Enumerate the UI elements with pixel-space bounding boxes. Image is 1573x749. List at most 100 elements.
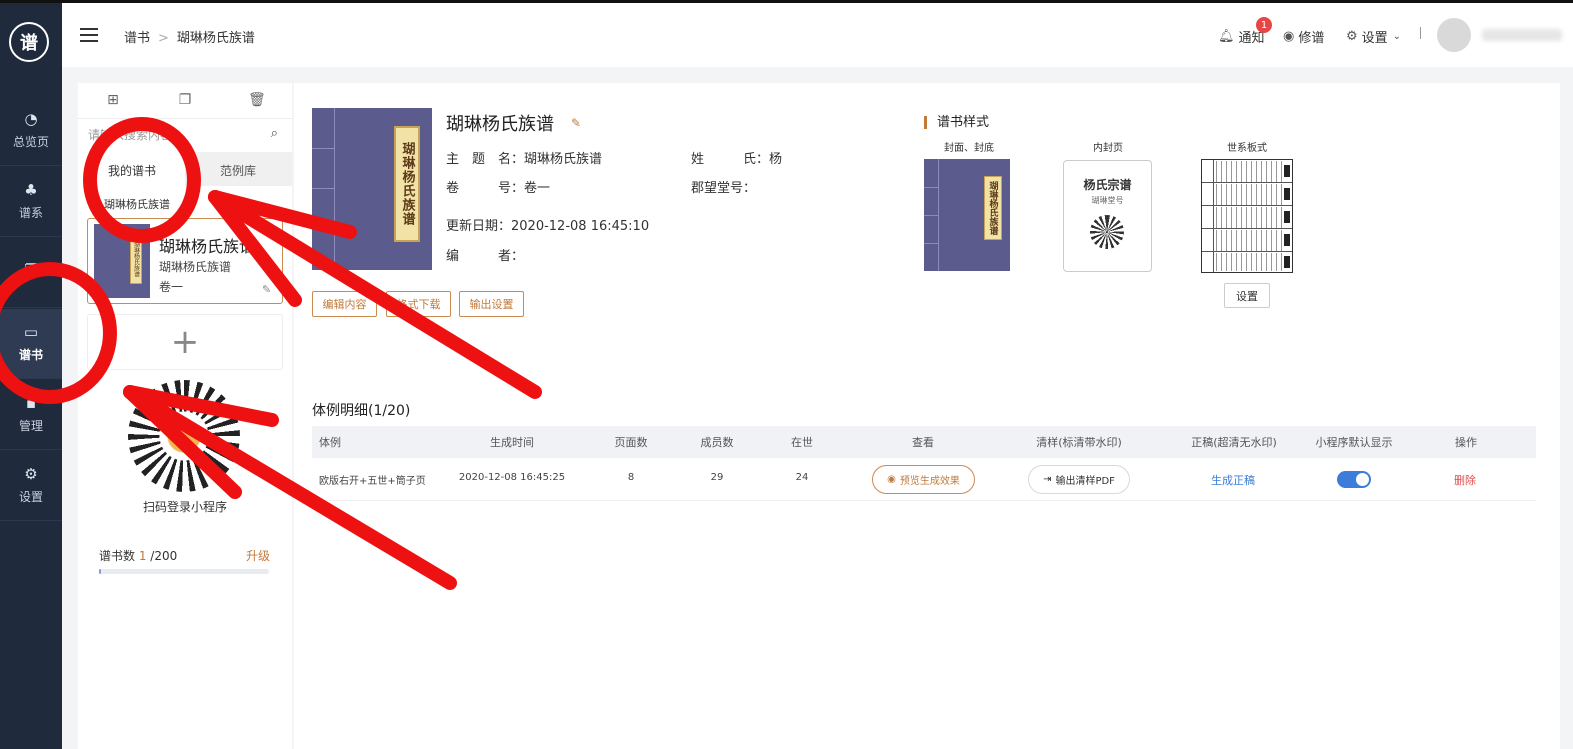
avatar[interactable] [1437, 18, 1471, 52]
style-section-title: 谱书样式 [937, 115, 990, 130]
style-cover-label: 瑚琳杨氏族谱 [984, 176, 1002, 240]
editor-field: 编 者： [446, 249, 525, 264]
chevron-down-icon: ⌄ [1392, 31, 1402, 42]
book-cover-label: 瑚琳杨氏族谱 [394, 126, 420, 242]
output-settings-button[interactable]: 输出设置 [459, 291, 524, 317]
row-divider [312, 500, 1536, 501]
col-actions: 操作 [1455, 436, 1477, 449]
copy-icon: ❐ [24, 260, 38, 279]
col-time: 生成时间 [490, 436, 534, 449]
export-icon: ⇥ [1043, 474, 1052, 485]
style-inner-qr [1090, 215, 1124, 249]
breadcrumb-item[interactable]: 谱书 [124, 31, 150, 46]
cover-stitch [312, 148, 334, 149]
style-caption-lineage: 世系板式 [1227, 143, 1267, 154]
book-count-progress [99, 569, 269, 574]
sidebar-item-label: 管理 [18, 419, 43, 433]
search-icon[interactable]: ⌕ [271, 126, 278, 141]
delete-link[interactable]: 删除 [1454, 472, 1476, 488]
gear-icon: ⚙ [24, 465, 38, 483]
row-style: 欧版右开+五世+筒子页 [319, 476, 426, 487]
toggle-knob [1356, 473, 1369, 486]
export-pdf-button[interactable]: ⇥ 输出清样PDF [1028, 465, 1130, 494]
sidebar-item-books[interactable]: ▭ 谱书 [0, 309, 62, 379]
miniapp-qr-code [128, 380, 240, 492]
book-count-progress-fill [99, 569, 101, 574]
lineage-mark [1284, 234, 1290, 246]
qr-label: 扫码登录小程序 [142, 500, 227, 514]
username-blurred[interactable] [1482, 29, 1562, 41]
preview-button[interactable]: ◉ 预览生成效果 [872, 465, 975, 494]
row-pages: 8 [627, 472, 635, 483]
breadcrumb-item-current: 瑚琳杨氏族谱 [176, 31, 255, 46]
revise-button[interactable]: ◉ 修谱 [1283, 27, 1324, 46]
col-view: 查看 [912, 436, 934, 449]
lineage-text [1216, 253, 1282, 271]
row-time: 2020-12-08 16:45:25 [458, 472, 566, 483]
header-divider [1420, 27, 1421, 39]
lineage-text [1216, 230, 1282, 252]
detail-title: 体例明细(1/20) [312, 403, 411, 419]
format-download-button[interactable]: 格式下载 [386, 291, 451, 317]
style-caption-cover: 封面、封底 [944, 143, 994, 154]
lineage-mark [1284, 256, 1290, 268]
col-style: 体例 [319, 436, 341, 449]
sidebar-item-lineage[interactable]: ♣ 谱系 [0, 167, 62, 237]
col-final: 正稿(超清无水印) [1191, 436, 1277, 449]
add-book-button[interactable]: + [87, 314, 283, 370]
style-inner-title: 杨氏宗谱 [1083, 178, 1132, 192]
hall-field: 郡望堂号： [691, 181, 757, 196]
sidebar-item-label: 设置 [18, 490, 43, 504]
col-miniapp: 小程序默认显示 [1315, 436, 1393, 449]
sidebar-item-copy[interactable]: ❐ [0, 238, 62, 308]
book-title: 瑚琳杨氏族谱 [446, 114, 554, 135]
edit-icon[interactable]: ✎ [262, 283, 271, 296]
cover-stitch [312, 228, 334, 229]
add-file-icon[interactable]: ⊞ [105, 92, 121, 108]
eye-icon: ◉ [1283, 29, 1295, 44]
copy-icon[interactable]: ❐ [177, 92, 193, 108]
eye-icon: ◉ [887, 474, 896, 485]
gear-icon: ⚙ [1346, 29, 1358, 44]
search-input[interactable]: 请输入搜索内容 ⌕ [88, 126, 284, 150]
style-settings-button[interactable]: 设置 [1224, 283, 1270, 308]
pie-chart-icon: ◔ [24, 110, 38, 128]
volume-field: 卷 号：卷一 [446, 181, 551, 196]
menu-toggle-icon[interactable] [80, 28, 98, 44]
upgrade-link[interactable]: 升级 [246, 547, 270, 564]
book-count: 谱书数 1 /200 [99, 549, 178, 563]
lineage-mark [1284, 188, 1290, 200]
app-logo[interactable]: 谱 [9, 22, 49, 62]
lineage-mark [1284, 165, 1290, 177]
lineage-text [1216, 184, 1282, 206]
lineage-mark [1284, 211, 1290, 223]
col-pages: 页面数 [614, 436, 648, 449]
style-caption-inner: 内封页 [1093, 143, 1123, 154]
sidebar-item-manage[interactable]: ▪ 管理 [0, 380, 62, 450]
selected-book-name: 瑚琳杨氏族谱 [104, 198, 170, 211]
notify-badge: 1 [1256, 17, 1272, 33]
tab-my-books[interactable]: 我的谱书 [108, 162, 156, 179]
style-inner-subtitle: 瑚琳堂号 [1091, 196, 1124, 205]
trash-icon[interactable]: 🗑︎ [248, 92, 266, 108]
sidebar-item-label: 谱系 [18, 206, 43, 220]
sidebar-item-settings[interactable]: ⚙ 设置 [0, 451, 62, 521]
surname-field: 姓 氏：杨 [691, 152, 783, 167]
bell-icon: 🔔︎ [1218, 29, 1235, 44]
settings-dropdown[interactable]: ⚙ 设置 ⌄ [1346, 27, 1405, 46]
edit-title-icon[interactable]: ✎ [571, 116, 581, 130]
cover-spine [334, 108, 335, 270]
edit-content-button[interactable]: 编辑内容 [312, 291, 377, 317]
updated-field: 更新日期：2020-12-08 16:45:10 [446, 219, 650, 234]
generate-final-link[interactable]: 生成正稿 [1211, 472, 1255, 488]
page-right-gutter [1560, 67, 1573, 749]
row-alive: 24 [795, 472, 809, 483]
book-card-thumbnail: 瑚琳杨氏族谱 [94, 224, 150, 298]
sidebar-item-label: 总览页 [12, 135, 49, 149]
col-members: 成员数 [700, 436, 734, 449]
sidebar-item-overview[interactable]: ◔ 总览页 [0, 96, 62, 166]
row-members: 29 [710, 472, 724, 483]
tab-examples[interactable]: 范例库 [220, 162, 256, 179]
cover-stitch [312, 188, 334, 189]
book-card-title: 瑚琳杨氏族谱 [159, 237, 256, 256]
